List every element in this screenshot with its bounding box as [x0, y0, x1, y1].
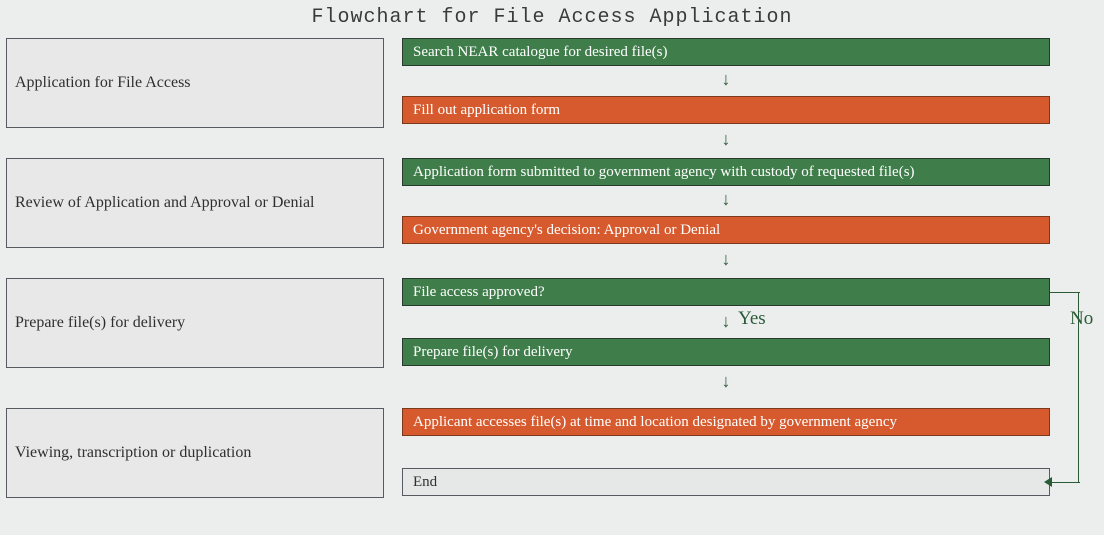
- no-branch-line: [1050, 292, 1080, 293]
- step-agency-decision: Government agency's decision: Approval o…: [402, 216, 1050, 244]
- arrow-down-icon: ↓: [402, 190, 1050, 208]
- branch-yes-label: Yes: [738, 308, 766, 330]
- step-search-catalogue: Search NEAR catalogue for desired file(s…: [402, 38, 1050, 66]
- step-approved-question: File access approved?: [402, 278, 1050, 306]
- stage-label-application: Application for File Access: [6, 38, 384, 128]
- step-prepare-delivery: Prepare file(s) for delivery: [402, 338, 1050, 366]
- arrow-down-icon: ↓: [402, 250, 1050, 268]
- step-applicant-access: Applicant accesses file(s) at time and l…: [402, 408, 1050, 436]
- step-end: End: [402, 468, 1050, 496]
- arrow-down-icon: ↓: [402, 312, 1050, 330]
- step-fill-form: Fill out application form: [402, 96, 1050, 124]
- stage-label-review: Review of Application and Approval or De…: [6, 158, 384, 248]
- stage-label-prepare: Prepare file(s) for delivery: [6, 278, 384, 368]
- no-branch-line: [1050, 482, 1080, 483]
- arrow-down-icon: ↓: [402, 130, 1050, 148]
- arrow-down-icon: ↓: [402, 372, 1050, 390]
- flowchart-title: Flowchart for File Access Application: [0, 6, 1104, 29]
- arrow-down-icon: ↓: [402, 70, 1050, 88]
- arrow-left-icon: [1044, 477, 1052, 487]
- stage-label-viewing: Viewing, transcription or duplication: [6, 408, 384, 498]
- branch-no-label: No: [1070, 308, 1093, 330]
- step-submit-form: Application form submitted to government…: [402, 158, 1050, 186]
